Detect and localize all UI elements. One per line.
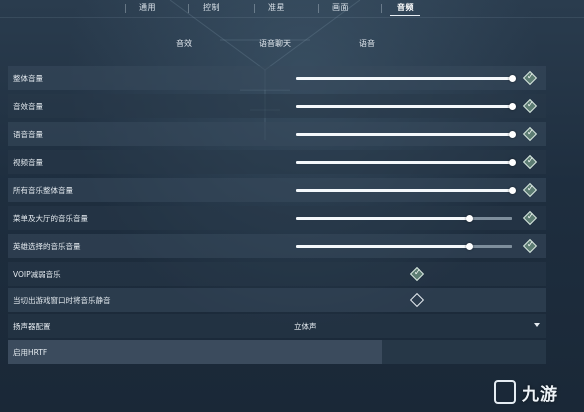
setting-row-agent-select-music-volume: 英雄选择的音乐音量 ✓ <box>8 234 546 258</box>
setting-row-enable-hrtf[interactable]: 启用HRTF <box>8 340 546 364</box>
setting-label: 启用HRTF <box>13 348 48 357</box>
slider-fill <box>296 105 512 108</box>
subtab-voice-chat[interactable]: 语音聊天 <box>259 38 291 49</box>
setting-label: 当切出游戏窗口时将音乐静音 <box>13 296 111 305</box>
reset-checkbox-icon[interactable]: ✓ <box>522 238 538 254</box>
nav-separator <box>188 4 189 13</box>
tab-general[interactable]: 通用 <box>139 2 156 13</box>
speaker-config-dropdown[interactable]: 立体声 <box>294 321 317 332</box>
reset-checkbox-icon[interactable]: ✓ <box>522 70 538 86</box>
mute-music-unfocused-checkbox-icon[interactable] <box>409 292 425 308</box>
slider-fill <box>296 217 469 220</box>
reset-checkbox-icon[interactable]: ✓ <box>522 210 538 226</box>
setting-row-sfx-volume: 音效音量 ✓ <box>8 94 546 118</box>
setting-label: 菜单及大厅的音乐音量 <box>13 214 88 223</box>
setting-label: 语音音量 <box>13 130 43 139</box>
slider-thumb[interactable] <box>509 131 516 138</box>
nav-separator <box>381 4 382 13</box>
slider-thumb[interactable] <box>509 103 516 110</box>
reset-checkbox-icon[interactable]: ✓ <box>522 98 538 114</box>
slider-fill <box>296 133 512 136</box>
setting-label: 英雄选择的音乐音量 <box>13 242 81 251</box>
setting-row-speaker-config: 扬声器配置 立体声 <box>8 314 546 338</box>
slider-thumb[interactable] <box>465 215 473 222</box>
setting-row-video-volume: 视频音量 ✓ <box>8 150 546 174</box>
slider-thumb[interactable] <box>509 187 516 194</box>
check-icon: ✓ <box>526 72 535 83</box>
setting-label: 视频音量 <box>13 158 43 167</box>
menu-music-volume-slider[interactable] <box>296 215 512 222</box>
slider-track <box>468 217 512 220</box>
master-volume-slider[interactable] <box>296 75 516 82</box>
tab-audio[interactable]: 音频 <box>397 2 414 13</box>
setting-label: VOIP减弱音乐 <box>13 270 61 279</box>
active-tab-underline <box>390 15 420 16</box>
tab-crosshair[interactable]: 准星 <box>268 2 285 13</box>
setting-label: 整体音量 <box>13 74 43 83</box>
subtab-sound-effects[interactable]: 音效 <box>176 38 192 49</box>
slider-thumb[interactable] <box>465 243 473 250</box>
setting-label: 扬声器配置 <box>13 322 51 331</box>
reset-checkbox-icon[interactable]: ✓ <box>522 126 538 142</box>
slider-fill <box>296 245 469 248</box>
setting-row-all-music-volume: 所有音乐整体音量 ✓ <box>8 178 546 202</box>
check-icon: ✓ <box>526 156 535 167</box>
sfx-volume-slider[interactable] <box>296 103 516 110</box>
jiuyou-logo-icon <box>494 380 516 404</box>
slider-thumb[interactable] <box>509 159 516 166</box>
check-icon: ✓ <box>526 100 535 111</box>
watermark-text: 九游 <box>522 385 558 405</box>
setting-row-mute-music-unfocused: 当切出游戏窗口时将音乐静音 <box>8 288 546 312</box>
setting-row-menu-music-volume: 菜单及大厅的音乐音量 ✓ <box>8 206 546 230</box>
nav-separator <box>125 4 126 13</box>
check-icon: ✓ <box>526 212 535 223</box>
top-nav: 通用 控制 准星 画面 音频 <box>0 0 584 18</box>
agent-select-music-volume-slider[interactable] <box>296 243 512 250</box>
nav-divider <box>0 17 584 18</box>
watermark: 九游 <box>494 378 580 406</box>
setting-label: 所有音乐整体音量 <box>13 186 73 195</box>
chevron-down-icon[interactable] <box>534 323 540 327</box>
slider-fill <box>296 77 512 80</box>
tab-controls[interactable]: 控制 <box>203 2 220 13</box>
check-icon: ✓ <box>526 184 535 195</box>
all-music-volume-slider[interactable] <box>296 187 516 194</box>
slider-thumb[interactable] <box>509 75 516 82</box>
nav-separator <box>318 4 319 13</box>
slider-fill <box>296 161 512 164</box>
check-icon: ✓ <box>526 240 535 251</box>
setting-row-voice-volume: 语音音量 ✓ <box>8 122 546 146</box>
nav-separator <box>254 4 255 13</box>
voip-duck-music-checkbox-icon[interactable]: ✓ <box>409 266 425 282</box>
subtab-voice[interactable]: 语音 <box>359 38 375 49</box>
setting-row-voip-duck-music: VOIP减弱音乐 ✓ <box>8 262 546 286</box>
slider-track <box>468 245 512 248</box>
voice-volume-slider[interactable] <box>296 131 516 138</box>
setting-row-master-volume: 整体音量 ✓ <box>8 66 546 90</box>
reset-checkbox-icon[interactable]: ✓ <box>522 182 538 198</box>
video-volume-slider[interactable] <box>296 159 516 166</box>
tab-video[interactable]: 画面 <box>332 2 349 13</box>
setting-label: 音效音量 <box>13 102 43 111</box>
reset-checkbox-icon[interactable]: ✓ <box>522 154 538 170</box>
check-icon: ✓ <box>413 268 422 279</box>
hrtf-toggle-area[interactable] <box>382 340 546 364</box>
slider-fill <box>296 189 512 192</box>
check-icon: ✓ <box>526 128 535 139</box>
